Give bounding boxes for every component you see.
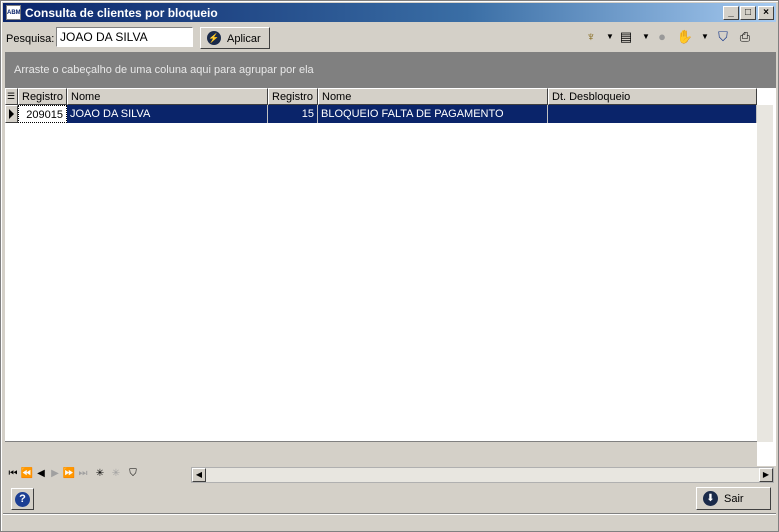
layout-icon[interactable]: ▤ bbox=[617, 27, 635, 47]
filter-icon[interactable]: ⛉ bbox=[126, 466, 140, 482]
group-by-panel[interactable]: Arraste o cabeçalho de uma coluna aqui p… bbox=[5, 52, 776, 87]
help-icon: ? bbox=[15, 492, 30, 507]
column-chooser-icon[interactable]: ☰ bbox=[5, 88, 18, 105]
close-button[interactable]: × bbox=[758, 6, 774, 20]
delete-record-icon[interactable]: ✳ bbox=[109, 466, 123, 482]
column-header-nome-bloqueio[interactable]: Nome bbox=[318, 88, 548, 105]
help-button[interactable]: ? bbox=[11, 488, 34, 510]
scroll-left-icon[interactable]: ◀ bbox=[192, 468, 206, 482]
app-icon: ABM bbox=[6, 5, 21, 20]
next-page-icon[interactable]: ⏩ bbox=[62, 466, 76, 482]
table-row[interactable]: 209015 JOAO DA SILVA 15 BLOQUEIO FALTA D… bbox=[5, 105, 757, 123]
title-bar[interactable]: ABM Consulta de clientes por bloqueio _ … bbox=[3, 3, 776, 22]
cell-nome[interactable]: JOAO DA SILVA bbox=[67, 105, 268, 123]
exit-arrow-icon: ⬇ bbox=[703, 491, 718, 506]
cell-nome-bloqueio[interactable]: BLOQUEIO FALTA DE PAGAMENTO bbox=[318, 105, 548, 123]
apply-button[interactable]: ⚡ Aplicar bbox=[200, 27, 270, 49]
chevron-down-icon[interactable]: ▼ bbox=[696, 27, 714, 47]
cell-registro-bloqueio[interactable]: 15 bbox=[268, 105, 318, 123]
column-header-registro-bloqueio[interactable]: Registro bbox=[268, 88, 318, 105]
previous-record-icon[interactable]: ◀ bbox=[34, 466, 48, 482]
apply-button-label: Aplicar bbox=[227, 33, 261, 45]
main-window: ABM Consulta de clientes por bloqueio _ … bbox=[0, 0, 779, 532]
search-input[interactable] bbox=[56, 27, 193, 47]
grid-footer bbox=[5, 441, 757, 466]
column-header-dt-desbloqueio[interactable]: Dt. Desbloqueio bbox=[548, 88, 757, 105]
exit-button-label: Sair bbox=[724, 493, 744, 505]
column-header-registro[interactable]: Registro bbox=[18, 88, 67, 105]
horizontal-scrollbar[interactable]: ◀ ▶ bbox=[191, 467, 774, 483]
next-record-icon[interactable]: ▶ bbox=[48, 466, 62, 482]
hand-icon[interactable]: ✋ bbox=[676, 27, 694, 47]
group-by-hint: Arraste o cabeçalho de uma coluna aqui p… bbox=[14, 64, 314, 76]
previous-page-icon[interactable]: ⏪ bbox=[20, 466, 34, 482]
columns-tree-icon[interactable]: ♆ bbox=[582, 27, 600, 47]
status-bar bbox=[3, 513, 776, 530]
exit-button[interactable]: ⬇ Sair bbox=[696, 487, 771, 510]
window-title: Consulta de clientes por bloqueio bbox=[25, 6, 218, 20]
column-header-nome[interactable]: Nome bbox=[67, 88, 268, 105]
scroll-right-icon[interactable]: ▶ bbox=[759, 468, 773, 482]
cell-dt-desbloqueio[interactable] bbox=[548, 105, 757, 123]
maximize-button[interactable]: □ bbox=[740, 6, 756, 20]
vertical-scrollbar[interactable] bbox=[757, 105, 773, 442]
search-label: Pesquisa: bbox=[6, 33, 55, 45]
minimize-button[interactable]: _ bbox=[723, 6, 739, 20]
filter-icon[interactable]: ⛉ bbox=[714, 27, 732, 47]
last-record-icon[interactable]: ⏭ bbox=[76, 466, 90, 482]
print-icon[interactable]: ⎙ bbox=[736, 27, 754, 47]
circle-icon[interactable]: ● bbox=[653, 27, 671, 47]
data-grid: ☰ Registro Nome Registro Nome Dt. Desblo… bbox=[5, 87, 776, 466]
first-record-icon[interactable]: ⏮ bbox=[6, 466, 20, 482]
insert-record-icon[interactable]: ✳ bbox=[93, 466, 107, 482]
lightning-icon: ⚡ bbox=[207, 31, 221, 45]
cell-registro[interactable]: 209015 bbox=[18, 105, 67, 123]
